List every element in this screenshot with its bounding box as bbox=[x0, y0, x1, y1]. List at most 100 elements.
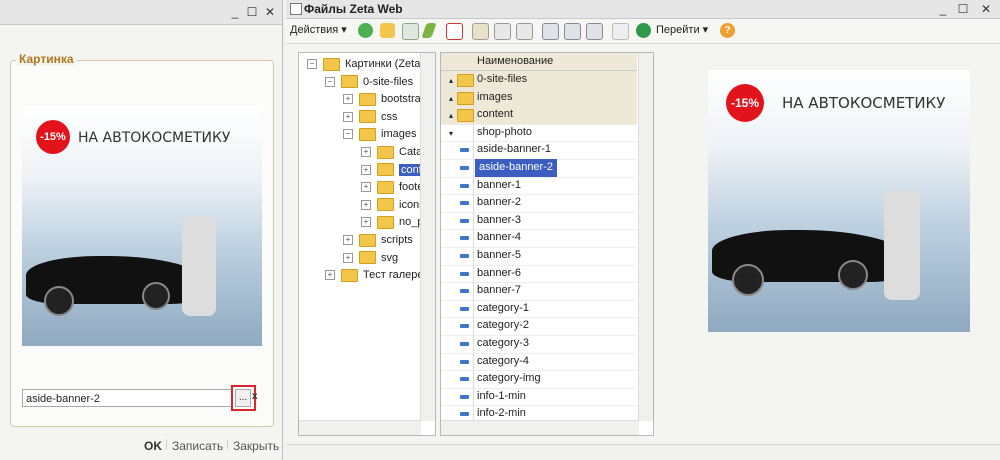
expand-icon[interactable]: + bbox=[361, 217, 371, 228]
folder-icon bbox=[359, 127, 376, 141]
expand-icon[interactable]: + bbox=[361, 199, 371, 210]
list-item[interactable]: category-img bbox=[441, 370, 637, 389]
filter-icon[interactable] bbox=[542, 23, 559, 40]
maximize-button[interactable]: ☐ bbox=[245, 5, 259, 19]
window-horizontal-scrollbar[interactable] bbox=[286, 444, 1000, 459]
expand-icon[interactable]: + bbox=[325, 270, 335, 281]
collapse-icon[interactable]: − bbox=[307, 59, 317, 70]
minimize-button[interactable]: _ bbox=[228, 5, 242, 19]
folder-icon bbox=[377, 215, 394, 229]
expand-icon[interactable]: + bbox=[361, 147, 371, 158]
list-item[interactable]: aside-banner-2 bbox=[441, 159, 637, 178]
list-item-label: category-1 bbox=[477, 301, 529, 314]
tree-item[interactable]: + css bbox=[343, 109, 398, 126]
clear-button[interactable]: x bbox=[252, 391, 262, 405]
list-item-label: aside-banner-2 bbox=[475, 159, 557, 177]
list-item-label: category-4 bbox=[477, 354, 529, 367]
list-item[interactable]: banner-1 bbox=[441, 176, 637, 196]
tree-item[interactable]: − images bbox=[343, 126, 416, 143]
close-window-button[interactable]: ✕ bbox=[979, 2, 993, 16]
list-item[interactable]: banner-7 bbox=[441, 282, 637, 301]
tree-item[interactable]: + Тест галере bbox=[325, 267, 423, 284]
filter-dropdown-icon[interactable] bbox=[586, 23, 603, 40]
file-marker-icon bbox=[460, 306, 469, 311]
file-list[interactable]: Наименование ▴ 0-site-files ▴ images ▴ conten… bbox=[440, 52, 654, 436]
close-button[interactable]: Закрыть bbox=[233, 439, 279, 453]
list-item[interactable]: ▴ 0-site-files bbox=[441, 71, 637, 90]
list-item[interactable]: info-1-min bbox=[441, 387, 637, 407]
tree-item[interactable]: + bootstrap bbox=[343, 91, 427, 108]
delete-icon[interactable] bbox=[446, 23, 463, 40]
list-horizontal-scrollbar[interactable] bbox=[441, 420, 639, 435]
folder-icon: ▴ bbox=[441, 88, 474, 107]
add-icon[interactable] bbox=[358, 23, 373, 38]
expand-icon[interactable]: + bbox=[343, 235, 353, 246]
list-item[interactable]: banner-6 bbox=[441, 264, 637, 284]
list-item[interactable]: ▾ shop-photo bbox=[441, 123, 637, 143]
image-file-input[interactable]: aside-banner-2 bbox=[22, 389, 232, 407]
expand-icon[interactable]: + bbox=[343, 252, 353, 263]
tree-item[interactable]: + foote bbox=[361, 179, 423, 196]
tree-item-label: css bbox=[381, 110, 398, 123]
folder-icon bbox=[457, 109, 474, 123]
list-item[interactable]: aside-banner-1 bbox=[441, 141, 637, 160]
discount-badge: -15% bbox=[36, 120, 70, 154]
save-button[interactable]: Записать bbox=[172, 439, 223, 453]
maximize-button[interactable]: ☐ bbox=[956, 2, 970, 16]
tree-vertical-scrollbar[interactable] bbox=[420, 53, 435, 421]
navigate-menu[interactable]: Перейти ▾ bbox=[656, 22, 708, 39]
ok-button[interactable]: OK bbox=[144, 439, 162, 453]
add-folder-icon[interactable] bbox=[380, 23, 395, 38]
tree-item[interactable]: − 0-site-files bbox=[325, 74, 413, 91]
folder-icon bbox=[359, 110, 376, 124]
tree-item[interactable]: + icons bbox=[361, 197, 425, 214]
copy-icon[interactable] bbox=[402, 23, 419, 40]
refresh-icon[interactable] bbox=[636, 23, 651, 38]
tree-item[interactable]: + no_p bbox=[361, 214, 423, 231]
file-icon bbox=[441, 370, 474, 388]
close-window-button[interactable]: ✕ bbox=[263, 5, 277, 19]
tree-item[interactable]: + scripts bbox=[343, 232, 413, 249]
list-item[interactable]: ▴ content bbox=[441, 106, 637, 125]
file-icon bbox=[441, 211, 474, 230]
tree-item[interactable]: + Cata bbox=[361, 144, 422, 161]
arrow-icon: ▴ bbox=[449, 76, 454, 85]
window-icon bbox=[290, 3, 302, 15]
expand-icon[interactable]: + bbox=[343, 111, 353, 122]
expand-icon[interactable]: + bbox=[361, 182, 371, 193]
collapse-icon[interactable]: − bbox=[343, 129, 353, 140]
list-item-label: banner-5 bbox=[477, 249, 522, 261]
minimize-button[interactable]: _ bbox=[936, 2, 950, 16]
collapse-icon[interactable]: − bbox=[325, 76, 335, 87]
list-item[interactable]: category-1 bbox=[441, 299, 637, 319]
form-footer: OK | Записать | Закрыть bbox=[0, 432, 282, 460]
filter-value-icon[interactable] bbox=[564, 23, 581, 40]
folder-tree[interactable]: − Картинки (Zeta −0-site-files + bootstrap + c… bbox=[298, 52, 436, 436]
file-icon bbox=[441, 387, 474, 406]
list-item[interactable]: category-4 bbox=[441, 352, 637, 372]
upload-icon[interactable] bbox=[516, 23, 533, 40]
column-name-header[interactable]: Наименование bbox=[477, 55, 553, 67]
expand-icon[interactable]: + bbox=[343, 94, 353, 105]
list-item[interactable]: ▴ images bbox=[441, 88, 637, 108]
expand-icon[interactable]: + bbox=[361, 164, 371, 175]
list-item[interactable]: banner-5 bbox=[441, 247, 637, 266]
folder-icon bbox=[457, 74, 474, 87]
clear-filter-icon[interactable] bbox=[612, 23, 629, 40]
list-icon[interactable] bbox=[472, 23, 489, 40]
mechanic-figure bbox=[182, 216, 216, 316]
move-icon[interactable] bbox=[494, 23, 511, 40]
list-item[interactable]: banner-4 bbox=[441, 229, 637, 248]
actions-menu[interactable]: Действия ▾ bbox=[290, 22, 347, 39]
list-item[interactable]: banner-3 bbox=[441, 211, 637, 231]
list-item[interactable]: category-3 bbox=[441, 335, 637, 354]
tree-item[interactable]: − Картинки (Zeta bbox=[307, 56, 420, 73]
list-item[interactable]: banner-2 bbox=[441, 194, 637, 213]
help-icon[interactable]: ? bbox=[720, 23, 735, 38]
tree-item[interactable]: + svg bbox=[343, 250, 398, 267]
tree-horizontal-scrollbar[interactable] bbox=[299, 420, 421, 435]
file-marker-icon bbox=[460, 183, 469, 188]
list-item[interactable]: category-2 bbox=[441, 317, 637, 336]
list-vertical-scrollbar[interactable] bbox=[638, 53, 653, 421]
edit-icon[interactable] bbox=[421, 23, 437, 38]
